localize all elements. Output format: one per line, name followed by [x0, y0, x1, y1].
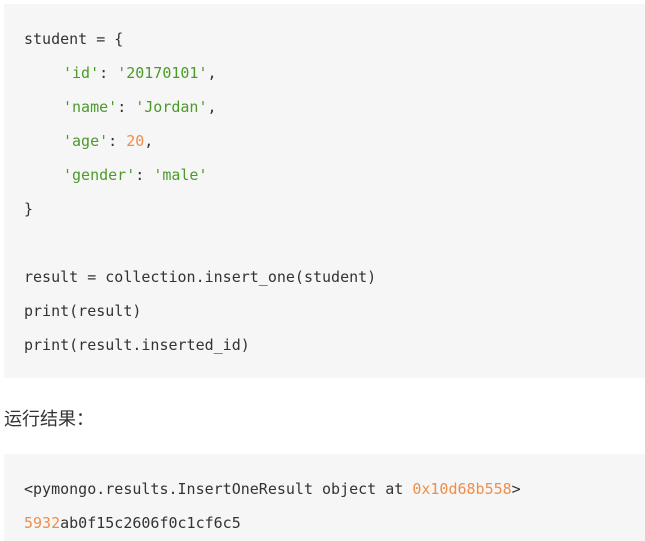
code-block-output: <pymongo.results.InsertOneResult object … — [4, 454, 645, 541]
dict-end: , — [144, 132, 154, 150]
output-line: 5932ab0f15c2606f0c1cf6c5 — [24, 506, 241, 540]
id-number-prefix: 5932 — [24, 514, 61, 532]
output-text: > — [511, 480, 521, 498]
code-text: result = collection.insert_one(student) — [24, 268, 377, 286]
code-line: print(result) — [24, 294, 141, 328]
dict-sep: : — [117, 98, 136, 116]
code-text: print(result.inserted_id) — [24, 336, 250, 354]
code-line: print(result.inserted_id) — [24, 328, 250, 362]
code-line: 'name': 'Jordan', — [24, 90, 217, 124]
code-line: student = { — [24, 22, 123, 56]
code-line: 'gender': 'male' — [24, 158, 208, 192]
code-text: student = { — [24, 30, 124, 48]
dict-end: , — [207, 64, 217, 82]
output-text: <pymongo.results.InsertOneResult object … — [24, 480, 413, 498]
code-line: result = collection.insert_one(student) — [24, 260, 376, 294]
dict-key: 'name' — [63, 98, 118, 116]
code-line: 'id': '20170101', — [24, 56, 217, 90]
dict-value: '20170101' — [117, 64, 208, 82]
dict-sep: : — [99, 64, 118, 82]
dict-value: 'Jordan' — [135, 98, 208, 116]
code-text: print(result) — [24, 302, 142, 320]
dict-key: 'age' — [63, 132, 109, 150]
output-line: <pymongo.results.InsertOneResult object … — [24, 472, 521, 506]
dict-end: , — [207, 98, 217, 116]
dict-value: 20 — [126, 132, 145, 150]
dict-sep: : — [135, 166, 154, 184]
dict-key: 'id' — [63, 64, 100, 82]
id-rest: ab0f15c2606f0c1cf6c5 — [60, 514, 241, 532]
dict-key: 'gender' — [63, 166, 136, 184]
object-address: 0x10d68b558 — [412, 480, 512, 498]
code-line: 'age': 20, — [24, 124, 153, 158]
code-block-source: student = { 'id': '20170101', 'name': 'J… — [4, 4, 645, 378]
code-line: } — [24, 192, 33, 226]
dict-value: 'male' — [153, 166, 208, 184]
code-text: } — [24, 200, 34, 218]
result-label: 运行结果： — [4, 409, 94, 430]
dict-sep: : — [108, 132, 127, 150]
